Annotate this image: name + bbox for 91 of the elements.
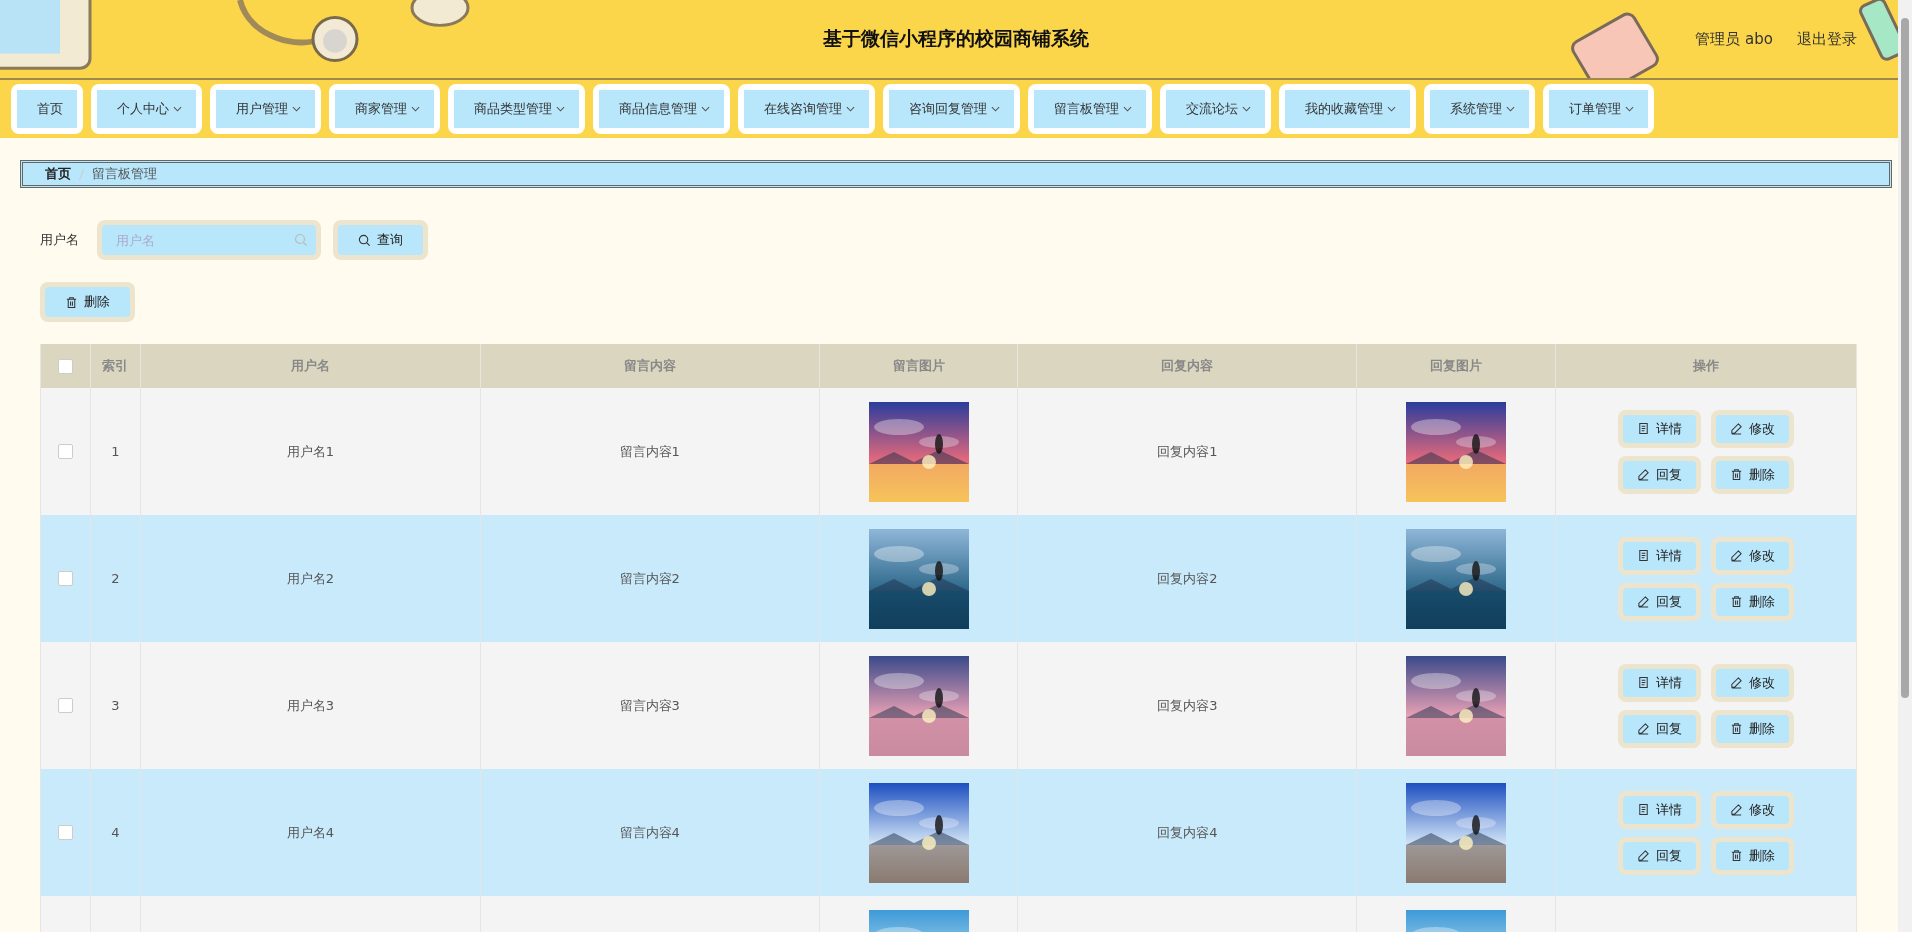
caret-icon bbox=[991, 106, 1000, 112]
action-button[interactable]: 回复 bbox=[1623, 460, 1697, 489]
checkbox[interactable] bbox=[58, 825, 73, 840]
search-icon bbox=[294, 233, 308, 247]
table-cell: 2 bbox=[111, 571, 120, 586]
caret-icon bbox=[701, 106, 710, 112]
search-button[interactable]: 查询 bbox=[338, 225, 423, 255]
nav-menu-item[interactable]: 个人中心 bbox=[97, 90, 196, 128]
nav-menu-item[interactable]: 咨询回复管理 bbox=[889, 90, 1014, 128]
table-cell: 用户名1 bbox=[286, 442, 334, 461]
trash-icon bbox=[1730, 849, 1744, 862]
table-cell: 回复内容4 bbox=[1157, 823, 1218, 842]
nav-menu-item[interactable]: 商品信息管理 bbox=[599, 90, 724, 128]
nav-menu-item[interactable]: 首页 bbox=[17, 90, 77, 128]
pencil-icon bbox=[1637, 722, 1651, 735]
document-icon bbox=[1637, 422, 1651, 435]
nav-menu-item[interactable]: 在线咨询管理 bbox=[744, 90, 869, 128]
caret-icon bbox=[173, 106, 182, 112]
pencil-icon bbox=[1637, 595, 1651, 608]
action-button[interactable]: 修改 bbox=[1716, 414, 1790, 443]
caret-icon bbox=[411, 106, 420, 112]
trash-icon bbox=[1730, 468, 1744, 481]
pencil-icon bbox=[1637, 849, 1651, 862]
trash-icon bbox=[65, 295, 78, 309]
action-button[interactable]: 回复 bbox=[1623, 587, 1697, 616]
checkbox[interactable] bbox=[58, 358, 73, 374]
action-button[interactable]: 修改 bbox=[1716, 541, 1790, 570]
table-cell: 回复内容1 bbox=[1157, 442, 1218, 461]
caret-icon bbox=[1123, 106, 1132, 112]
caret-icon bbox=[846, 106, 855, 112]
document-icon bbox=[1637, 803, 1651, 816]
nav-menu-item[interactable]: 留言板管理 bbox=[1034, 90, 1146, 128]
pencil-icon bbox=[1730, 676, 1744, 689]
checkbox[interactable] bbox=[58, 698, 73, 713]
trash-icon bbox=[1730, 722, 1744, 735]
delete-button[interactable]: 删除 bbox=[45, 287, 130, 317]
action-button[interactable]: 详情 bbox=[1623, 414, 1697, 443]
nav-menu-item[interactable]: 我的收藏管理 bbox=[1285, 90, 1410, 128]
action-button[interactable]: 删除 bbox=[1716, 841, 1790, 870]
table-cell: 4 bbox=[111, 825, 120, 840]
field-label: 用户名 bbox=[40, 231, 79, 249]
caret-icon bbox=[1625, 106, 1634, 112]
app-title: 基于微信小程序的校园商铺系统 bbox=[823, 26, 1089, 51]
action-button[interactable]: 修改 bbox=[1716, 668, 1790, 697]
action-button[interactable]: 删除 bbox=[1716, 587, 1790, 616]
document-icon bbox=[1637, 549, 1651, 562]
table-cell: 回复内容3 bbox=[1157, 696, 1218, 715]
nav-menu-item[interactable]: 订单管理 bbox=[1549, 90, 1648, 128]
search-field[interactable]: 用户名 bbox=[102, 225, 316, 255]
table-cell: 1 bbox=[111, 444, 120, 459]
breadcrumb-link[interactable]: 首页 bbox=[45, 165, 71, 183]
table-cell: 留言内容4 bbox=[619, 823, 680, 842]
scrollbar-thumb[interactable] bbox=[1901, 18, 1909, 698]
caret-icon bbox=[556, 106, 565, 112]
breadcrumb-link[interactable]: 留言板管理 bbox=[92, 165, 157, 183]
pencil-icon bbox=[1730, 422, 1744, 435]
caret-icon bbox=[292, 106, 301, 112]
caret-icon bbox=[1387, 106, 1396, 112]
logout-link[interactable]: 退出登录 bbox=[1797, 30, 1857, 49]
table-cell: 用户名4 bbox=[286, 823, 334, 842]
action-button[interactable]: 删除 bbox=[1716, 714, 1790, 743]
caret-icon bbox=[1506, 106, 1515, 112]
action-button[interactable]: 详情 bbox=[1623, 668, 1697, 697]
nav-menu-item[interactable]: 商家管理 bbox=[335, 90, 434, 128]
user-label: 管理员 abo bbox=[1695, 30, 1773, 49]
checkbox[interactable] bbox=[58, 444, 73, 459]
nav-menu-item[interactable]: 交流论坛 bbox=[1166, 90, 1265, 128]
caret-icon bbox=[1242, 106, 1251, 112]
action-button[interactable]: 修改 bbox=[1716, 795, 1790, 824]
action-button[interactable]: 删除 bbox=[1716, 460, 1790, 489]
action-button[interactable]: 详情 bbox=[1623, 541, 1697, 570]
table-cell: 留言内容1 bbox=[619, 442, 680, 461]
nav-menu-item[interactable]: 系统管理 bbox=[1430, 90, 1529, 128]
table-cell: 用户名2 bbox=[286, 569, 334, 588]
action-button[interactable]: 回复 bbox=[1623, 841, 1697, 870]
table-cell: 回复内容2 bbox=[1157, 569, 1218, 588]
nav-menu-item[interactable]: 用户管理 bbox=[216, 90, 315, 128]
nav-menu-item[interactable]: 商品类型管理 bbox=[454, 90, 579, 128]
document-icon bbox=[1637, 676, 1651, 689]
table-cell: 3 bbox=[111, 698, 120, 713]
pencil-icon bbox=[1730, 549, 1744, 562]
pencil-icon bbox=[1730, 803, 1744, 816]
table-cell: 留言内容2 bbox=[619, 569, 680, 588]
action-button[interactable]: 回复 bbox=[1623, 714, 1697, 743]
pencil-icon bbox=[1637, 468, 1651, 481]
table-cell: 留言内容3 bbox=[619, 696, 680, 715]
trash-icon bbox=[1730, 595, 1744, 608]
checkbox[interactable] bbox=[58, 571, 73, 586]
action-button[interactable]: 详情 bbox=[1623, 795, 1697, 824]
search-icon bbox=[358, 233, 371, 247]
table-cell: 用户名3 bbox=[286, 696, 334, 715]
